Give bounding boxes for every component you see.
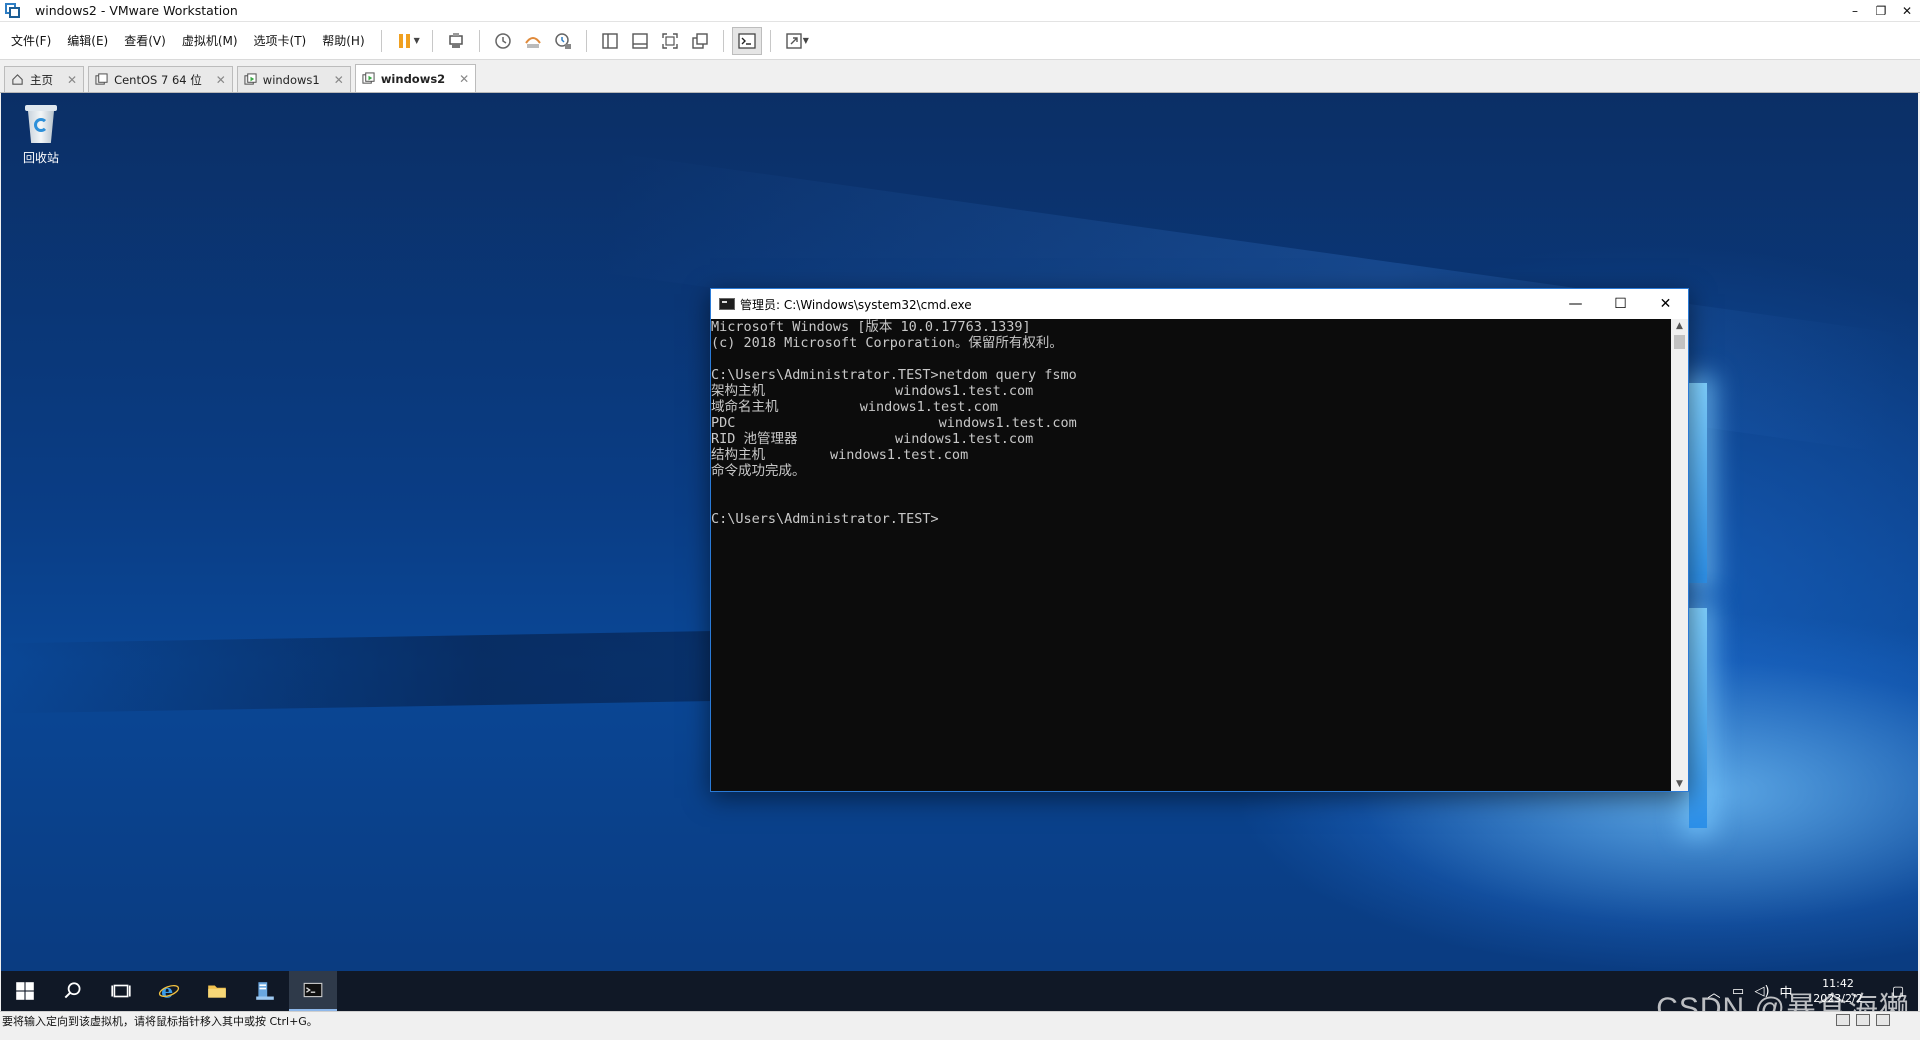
search-icon[interactable] [49,971,97,1011]
cmd-line [711,495,1672,511]
snapshot-take-icon[interactable] [488,27,518,55]
cmd-line: 架构主机 windows1.test.com [711,383,1034,399]
snapshot-manager-icon[interactable] [548,27,578,55]
cmd-line: PDC windows1.test.com [711,415,1077,431]
thumbnail-bar-icon[interactable] [625,27,655,55]
menu-vm[interactable]: 虚拟机(M) [174,32,246,49]
close-icon[interactable]: ✕ [459,72,469,86]
file-explorer-icon[interactable] [193,971,241,1011]
start-icon[interactable] [1,971,49,1011]
cmd-icon [719,298,735,310]
cmd-line: 域命名主机 windows1.test.com [711,399,998,415]
tab-home-label: 主页 [30,72,53,87]
cmd-window-controls: — ☐ ✕ [1553,289,1688,319]
cmd-line: Microsoft Windows [版本 10.0.17763.1339] [711,319,1031,335]
toolbar-separator [769,29,771,52]
tab-strip: 主页 ✕ CentOS 7 64 位 ✕ windows1 ✕ windows2… [0,60,1920,93]
recycle-bin[interactable]: 回收站 [13,103,69,166]
cmd-prompt[interactable]: C:\Users\Administrator.TEST> [711,511,1672,527]
vm-running-icon [362,72,375,85]
cmd-line: (c) 2018 Microsoft Corporation。保留所有权利。 [711,335,1063,351]
internet-explorer-icon[interactable]: e [145,971,193,1011]
stretch-dropdown-icon[interactable]: ▼ [803,36,809,45]
cmd-line: 结构主机 windows1.test.com [711,447,969,463]
cmd-line: C:\Users\Administrator.TEST>netdom query… [711,367,1077,383]
cmd-taskbar-icon[interactable] [289,971,337,1011]
tab-windows1[interactable]: windows1 ✕ [236,66,351,92]
cmd-line: RID 池管理器 windows1.test.com [711,431,1034,447]
vm-console[interactable]: 回收站 管理员: C:\Windows\system32\cmd.exe — ☐… [1,93,1918,1011]
recycle-bin-icon [23,103,59,145]
scroll-up-icon[interactable]: ▲ [1671,319,1688,333]
cmd-maximize-button[interactable]: ☐ [1598,289,1643,319]
server-manager-icon[interactable] [241,971,289,1011]
tab-home[interactable]: 主页 ✕ [4,66,85,92]
console-view-icon[interactable] [731,26,762,55]
title-bar: windows2 - VMware Workstation – ❐ ✕ [0,0,1920,22]
unity-icon[interactable] [685,27,715,55]
cmd-minimize-button[interactable]: — [1553,289,1598,319]
snapshot-revert-icon[interactable] [518,27,548,55]
svg-text:e: e [161,981,173,1002]
send-ctrl-alt-del-icon[interactable] [441,27,471,55]
status-text: 要将输入定向到该虚拟机，请将鼠标指针移入其中或按 Ctrl+G。 [2,1015,318,1028]
network-adapter-icon[interactable] [1856,1014,1870,1026]
task-view-icon[interactable] [97,971,145,1011]
scrollbar-thumb[interactable] [1674,335,1685,349]
window-controls: – ❐ ✕ [1842,0,1920,22]
minimize-button[interactable]: – [1842,0,1868,22]
hard-disk-icon[interactable] [1836,1014,1850,1026]
vmware-logo-icon [5,2,21,19]
toolbar-separator [722,29,724,52]
cmd-scrollbar[interactable]: ▲ ▼ [1671,319,1688,791]
close-button[interactable]: ✕ [1894,0,1920,22]
status-device-icons [1836,1014,1890,1026]
maximize-button[interactable]: ❐ [1868,0,1894,22]
wallpaper-logo-panel [1689,608,1707,828]
menu-file[interactable]: 文件(F) [0,32,59,49]
cmd-output[interactable]: Microsoft Windows [版本 10.0.17763.1339] (… [711,319,1672,791]
show-library-icon[interactable] [595,27,625,55]
vm-running-icon [244,73,257,86]
toolbar-separator [380,29,382,52]
tab-centos[interactable]: CentOS 7 64 位 ✕ [88,66,233,92]
close-icon[interactable]: ✕ [67,73,77,87]
guest-taskbar: e ︿ ▭ ◁) 中 11:42 2023/2/2 ▢ [1,971,1918,1011]
menu-edit[interactable]: 编辑(E) [59,32,116,49]
toolbar-separator [431,29,433,52]
cmd-line: 命令成功完成。 [711,463,806,479]
tab-windows2[interactable]: windows2 ✕ [354,64,477,92]
tab-centos-label: CentOS 7 64 位 [114,72,202,87]
cmd-title: 管理员: C:\Windows\system32\cmd.exe [740,297,972,312]
cmd-close-button[interactable]: ✕ [1643,289,1688,319]
pause-dropdown-icon[interactable]: ▼ [414,36,420,45]
cmd-title-bar[interactable]: 管理员: C:\Windows\system32\cmd.exe — ☐ ✕ [711,289,1688,319]
scroll-down-icon[interactable]: ▼ [1671,777,1688,791]
cmd-line [711,479,1672,495]
toolbar-separator [478,29,480,52]
menu-tabs[interactable]: 选项卡(T) [246,32,315,49]
tab-windows1-label: windows1 [262,72,320,87]
status-bar: 要将输入定向到该虚拟机，请将鼠标指针移入其中或按 Ctrl+G。 [0,1011,1920,1032]
display-icon[interactable] [1876,1014,1890,1026]
tab-windows2-label: windows2 [380,71,446,86]
close-icon[interactable]: ✕ [216,73,226,87]
home-icon [11,73,24,86]
full-screen-icon[interactable] [655,27,685,55]
window-title: windows2 - VMware Workstation [35,3,238,18]
recycle-bin-label: 回收站 [22,151,59,165]
cmd-window[interactable]: 管理员: C:\Windows\system32\cmd.exe — ☐ ✕ M… [710,288,1689,792]
menu-bar: 文件(F) 编辑(E) 查看(V) 虚拟机(M) 选项卡(T) 帮助(H) ▼ … [0,22,1920,60]
toolbar-separator [585,29,587,52]
cmd-line [711,351,1672,367]
menu-view[interactable]: 查看(V) [116,32,174,49]
vm-icon [95,73,108,86]
wallpaper-logo-panel [1689,383,1707,583]
menu-help[interactable]: 帮助(H) [314,32,372,49]
close-icon[interactable]: ✕ [334,73,344,87]
